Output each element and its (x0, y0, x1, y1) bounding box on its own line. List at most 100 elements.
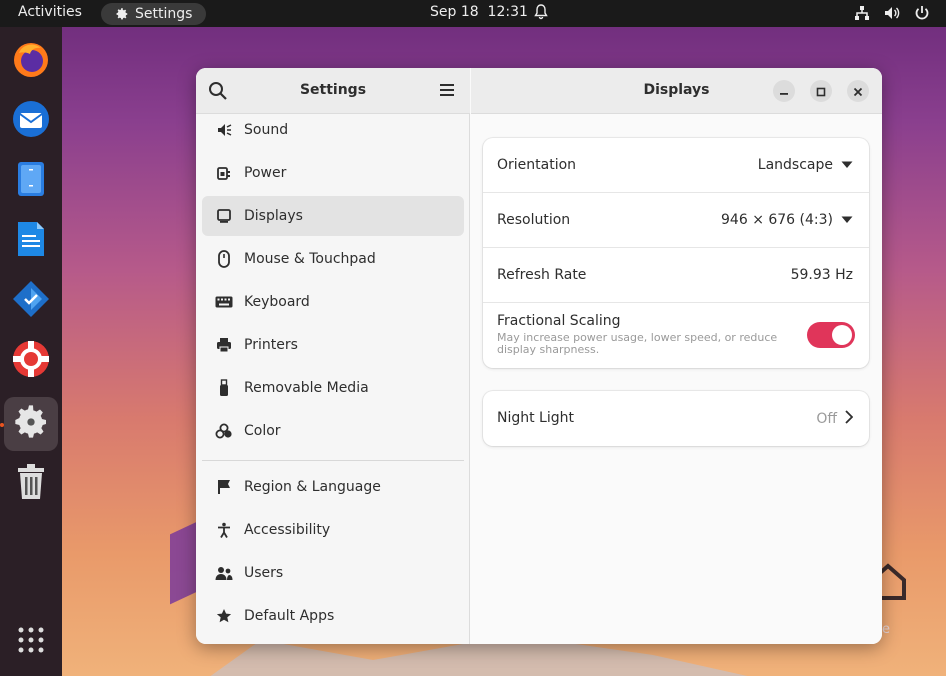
users-icon (214, 563, 234, 583)
sidebar-item-label: Mouse & Touchpad (244, 251, 376, 267)
sidebar-item-label: Removable Media (244, 380, 369, 396)
sidebar-item-label: Displays (244, 208, 303, 224)
sidebar-divider (202, 460, 464, 461)
dock-firefox[interactable] (4, 34, 58, 88)
sidebar-item-printers[interactable]: Printers (202, 325, 464, 365)
resolution-label: Resolution (497, 212, 571, 228)
sidebar-item-label: Default Apps (244, 608, 335, 624)
minimize-icon (779, 82, 789, 101)
display-settings-card: Orientation Landscape Resolution 946 × 6… (483, 138, 869, 368)
fractional-scaling-label: Fractional Scaling (497, 313, 621, 329)
sidebar-item-color[interactable]: Color (202, 411, 464, 451)
night-light-label: Night Light (497, 410, 574, 426)
dock-show-apps[interactable] (4, 615, 58, 669)
chevron-right-icon (845, 410, 854, 428)
app-grid-icon (17, 626, 45, 658)
power-icon (914, 5, 930, 21)
night-light-status: Off (816, 410, 854, 428)
close-button[interactable] (847, 80, 869, 102)
refresh-rate-value: 59.93 Hz (790, 267, 853, 283)
dock-settings[interactable] (4, 397, 58, 451)
printer-icon (214, 335, 234, 355)
top-bar: Activities Settings Sep 18 12:31 (0, 0, 946, 27)
fractional-scaling-toggle[interactable] (807, 322, 855, 348)
dock-help[interactable] (4, 334, 58, 388)
chevron-down-icon (841, 157, 853, 173)
keyboard-icon (214, 292, 234, 312)
displays-panel: Displays Orientation Landscape Resolutio… (471, 68, 882, 644)
settings-icon (11, 402, 51, 446)
network-icon (854, 5, 870, 21)
dock-files[interactable] (4, 154, 58, 208)
app-menu-label: Settings (135, 6, 193, 22)
orientation-dropdown[interactable]: Landscape (758, 157, 853, 173)
dock-thunderbird[interactable] (4, 94, 58, 148)
clock[interactable]: Sep 18 12:31 (430, 4, 528, 20)
hamburger-menu-icon[interactable] (438, 82, 456, 102)
power-plug-icon (214, 163, 234, 183)
home-folder-label: e (882, 622, 890, 637)
sidebar-header: Settings (196, 68, 470, 114)
sidebar-item-keyboard[interactable]: Keyboard (202, 282, 464, 322)
system-tray[interactable] (854, 5, 930, 21)
star-icon (214, 606, 234, 626)
sidebar-item-label: Users (244, 565, 284, 581)
sidebar-item-displays[interactable]: Displays (202, 196, 464, 236)
bell-icon (534, 4, 548, 20)
sidebar-item-default-apps[interactable]: Default Apps (202, 596, 464, 636)
sidebar-item-power[interactable]: Power (202, 153, 464, 193)
resolution-dropdown[interactable]: 946 × 676 (4:3) (721, 212, 853, 228)
sidebar-item-label: Color (244, 423, 281, 439)
app-menu-button[interactable]: Settings (101, 3, 207, 25)
dock-software[interactable] (4, 274, 58, 328)
orientation-row[interactable]: Orientation Landscape (483, 138, 869, 193)
close-icon (853, 82, 863, 101)
writer-icon (13, 219, 49, 263)
night-light-row[interactable]: Night Light Off (483, 391, 869, 446)
sidebar-item-removable-media[interactable]: Removable Media (202, 368, 464, 408)
fractional-scaling-row[interactable]: Fractional Scaling May increase power us… (483, 303, 869, 368)
sidebar-title: Settings (299, 82, 367, 98)
sidebar-item-sound[interactable]: Sound (202, 110, 464, 150)
fractional-scaling-description: May increase power usage, lower speed, o… (497, 331, 778, 356)
sidebar-item-label: Printers (244, 337, 298, 353)
refresh-rate-row: Refresh Rate 59.93 Hz (483, 248, 869, 303)
sidebar-item-users[interactable]: Users (202, 553, 464, 593)
sidebar-item-mouse-touchpad[interactable]: Mouse & Touchpad (202, 239, 464, 279)
refresh-rate-label: Refresh Rate (497, 267, 587, 283)
sidebar-item-label: Region & Language (244, 479, 381, 495)
orientation-value: Landscape (757, 157, 833, 173)
volume-icon (884, 5, 900, 21)
files-icon (13, 159, 49, 203)
night-light-card: Night Light Off (483, 391, 869, 446)
dock (0, 27, 62, 676)
activities-button[interactable]: Activities (18, 4, 82, 20)
dock-writer[interactable] (4, 214, 58, 268)
sidebar-item-accessibility[interactable]: Accessibility (202, 510, 464, 550)
monitor-icon (214, 206, 234, 226)
trash-icon (13, 462, 49, 506)
sidebar-item-label: Sound (244, 122, 289, 138)
minimize-button[interactable] (773, 80, 795, 102)
maximize-button[interactable] (810, 80, 832, 102)
resolution-value: 946 × 676 (4:3) (721, 212, 833, 228)
content-header: Displays (471, 68, 882, 114)
toggle-knob (832, 325, 852, 345)
usb-icon (214, 378, 234, 398)
dock-trash[interactable] (4, 457, 58, 511)
sidebar-item-region-language[interactable]: Region & Language (202, 467, 464, 507)
software-icon (11, 279, 51, 323)
flag-icon (214, 477, 234, 497)
firefox-icon (11, 39, 51, 83)
resolution-row[interactable]: Resolution 946 × 676 (4:3) (483, 193, 869, 248)
orientation-label: Orientation (497, 157, 577, 173)
speaker-icon (214, 120, 234, 140)
help-icon (11, 339, 51, 383)
gear-icon (115, 7, 129, 21)
sidebar: Settings Sound Power Displays Mouse & To… (196, 68, 470, 644)
accessibility-icon (214, 520, 234, 540)
color-icon (214, 421, 234, 441)
thunderbird-icon (11, 99, 51, 143)
chevron-down-icon (841, 212, 853, 228)
night-light-value: Off (816, 411, 837, 427)
